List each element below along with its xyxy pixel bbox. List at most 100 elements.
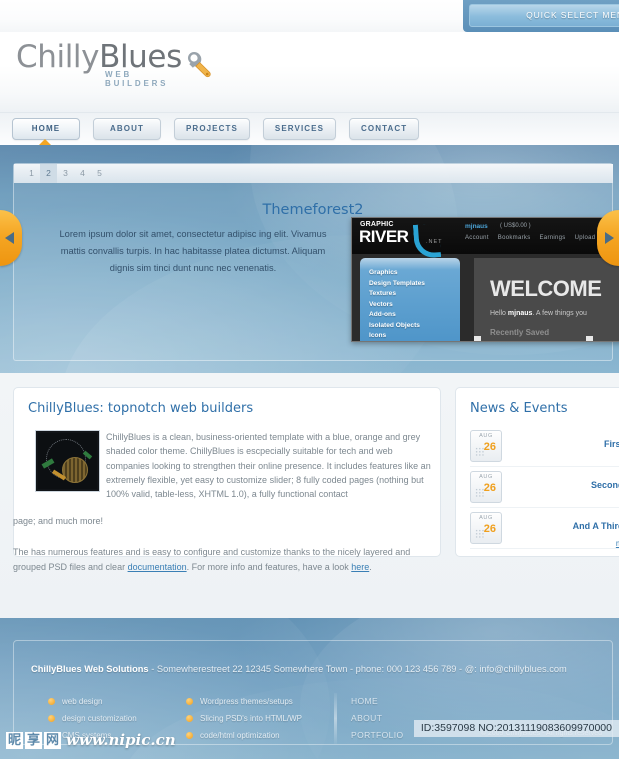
screenshot-hello-user: mjnaus — [507, 310, 533, 317]
screenshot-brand-tld: .NET — [426, 239, 443, 245]
nipic-char-3: 网 — [44, 731, 61, 749]
slider-frame: 1 2 3 4 5 Themeforest2 Lorem ipsum dolor… — [13, 163, 619, 361]
nav-tab-contact[interactable]: CONTACT — [349, 118, 420, 140]
content-section: ChillyBlues: topnotch web builders Chill… — [0, 373, 619, 618]
screenshot-navlink-earnings: Earnings — [539, 235, 566, 241]
nipic-watermark-chinese: 昵 享 网 — [6, 731, 61, 749]
footer-contact-line: ChillyBlues Web Solutions - Somewherestr… — [31, 664, 567, 674]
screenshot-category-isolated-objects: Isolated Objects — [369, 321, 420, 329]
wrench-icon — [187, 51, 211, 78]
calendar-icon-1: AUG 26 — [470, 430, 502, 462]
screenshot-main-panel: WELCOME Hello mjnaus. A few things you R… — [474, 258, 619, 341]
slide-description: Lorem ipsum dolor sit amet, consectetur … — [59, 229, 327, 273]
news-heading: News & Events — [470, 401, 568, 416]
news-title-3[interactable]: And A Third Newsite — [510, 521, 619, 531]
slider-page-5[interactable]: 5 — [91, 164, 108, 183]
footer-nav-home[interactable]: HOME — [351, 693, 404, 710]
main-navigation: HOME ABOUT PROJECTS SERVICES CONTACT — [0, 112, 619, 146]
nipic-char-1: 昵 — [6, 731, 23, 749]
screenshot-subheading: Recently Saved — [490, 328, 550, 337]
footer-service-psd-slicing[interactable]: Slicing PSD's into HTML/WP — [186, 710, 302, 727]
slide-screenshot: GRAPHIC RIVER .NET mjnaus ( US$0.00 ) Ac… — [351, 217, 619, 342]
screenshot-scroll-left — [474, 336, 481, 341]
thumbnail-artwork-icon — [38, 433, 97, 489]
screenshot-hello-line: Hello mjnaus. A few things you — [490, 310, 587, 317]
slider-page-1[interactable]: 1 — [23, 164, 40, 183]
calendar-icon-2: AUG 26 — [470, 471, 502, 503]
slide-title: Themeforest2 — [262, 202, 364, 218]
news-title-1[interactable]: First Newsite — [510, 439, 619, 449]
news-month-2: AUG — [479, 474, 493, 480]
nipic-char-2: 享 — [25, 731, 42, 749]
nav-tab-about[interactable]: ABOUT — [93, 118, 161, 140]
nav-tab-services[interactable]: SERVICES — [262, 118, 337, 140]
screenshot-category-addons: Add-ons — [369, 311, 396, 318]
quick-select-menu-dropdown[interactable]: QUICK SELECT MENU — [469, 4, 619, 27]
calendar-dots-3 — [475, 529, 485, 539]
news-month-1: AUG — [479, 433, 493, 439]
footer-contact-details: - Somewherestreet 22 12345 Somewhere Tow… — [148, 664, 567, 674]
footer-service-design-customization[interactable]: design customization — [48, 710, 137, 727]
screenshot-navlink-upload: Upload — [574, 235, 596, 241]
nav-tab-list: HOME ABOUT PROJECTS SERVICES CONTACT — [12, 118, 420, 140]
page-root: QUICK SELECT MENU ChillyBlues WEB BUILDE… — [0, 0, 619, 759]
nav-tab-projects[interactable]: PROJECTS — [174, 118, 250, 140]
news-item-1[interactable]: AUG 26 First Newsite — [470, 426, 619, 467]
footer-nav-portfolio[interactable]: PORTFOLIO — [351, 727, 404, 744]
screenshot-topbar: GRAPHIC RIVER .NET mjnaus ( US$0.00 ) Ac… — [352, 218, 619, 259]
intro-heading: ChillyBlues: topnotch web builders — [28, 401, 254, 416]
footer-service-code-optimization[interactable]: code/html optimization — [186, 727, 302, 744]
footer-service-web-design[interactable]: web design — [48, 693, 137, 710]
next-arrow-icon — [605, 232, 614, 244]
intro-p2-text-c: . — [369, 562, 372, 572]
nav-tab-home[interactable]: HOME — [12, 118, 80, 140]
intro-card: ChillyBlues: topnotch web builders Chill… — [13, 387, 441, 557]
intro-paragraph-2: The has numerous features and is easy to… — [13, 545, 433, 575]
slider-page-3[interactable]: 3 — [57, 164, 74, 183]
intro-paragraph-1: ChillyBlues is a clean, business-oriente… — [106, 432, 431, 500]
news-card: News & Events AUG 26 First Newsite AUG 2… — [455, 387, 619, 557]
nipic-watermark: 昵 享 网 www.nipic.cn — [6, 727, 176, 753]
news-title-2[interactable]: Second Newsite — [510, 480, 619, 490]
calendar-icon-3: AUG 26 — [470, 512, 502, 544]
screenshot-category-textures: Textures — [369, 290, 396, 297]
screenshot-category-graphics: Graphics — [369, 269, 398, 276]
logo-subtitle: WEB BUILDERS — [105, 70, 169, 88]
calendar-dots-1 — [475, 447, 485, 457]
footer-company-name: ChillyBlues Web Solutions — [31, 664, 149, 674]
image-id-watermark: ID:3597098 NO:20131119083609970000 — [413, 720, 619, 737]
screenshot-brand-main: RIVER — [359, 227, 409, 246]
screenshot-category-design-templates: Design Templates — [369, 279, 425, 287]
slider-page-2[interactable]: 2 — [40, 164, 57, 183]
calendar-dots-2 — [475, 488, 485, 498]
screenshot-category-vectors: Vectors — [369, 300, 393, 308]
footer-nav-about[interactable]: ABOUT — [351, 710, 404, 727]
footer-services-column-2: Wordpress themes/setups Slicing PSD's in… — [186, 693, 302, 744]
logo-text-part1: Chilly — [16, 39, 100, 75]
screenshot-navlink-bookmarks: Bookmarks — [497, 235, 531, 241]
footer-navigation: HOME ABOUT PORTFOLIO — [351, 693, 404, 744]
intro-p2-text-b: . For more info and features, have a loo… — [186, 562, 352, 572]
slider-pagination: 1 2 3 4 5 — [14, 164, 613, 183]
prev-arrow-icon — [5, 232, 14, 244]
screenshot-hello-suffix: . A few things you — [532, 310, 587, 317]
site-logo[interactable]: ChillyBlues WEB BUILDERS — [16, 39, 211, 88]
intro-paragraph-1-tail: page; and much more! — [13, 516, 104, 526]
news-item-2[interactable]: AUG 26 Second Newsite — [470, 467, 619, 508]
nipic-watermark-url: www.nipic.cn — [66, 731, 176, 749]
here-link[interactable]: here — [351, 562, 369, 572]
screenshot-username: mjnaus — [465, 223, 488, 230]
site-header: ChillyBlues WEB BUILDERS — [0, 32, 619, 112]
footer-service-wordpress-themes[interactable]: Wordpress themes/setups — [186, 693, 302, 710]
screenshot-balance: ( US$0.00 ) — [500, 223, 531, 229]
documentation-link[interactable]: documentation — [128, 562, 187, 572]
slider-page-4[interactable]: 4 — [74, 164, 91, 183]
preview-thumbnail[interactable] — [35, 430, 100, 492]
news-item-3[interactable]: AUG 26 And A Third Newsite — [470, 508, 619, 549]
screenshot-welcome-heading: WELCOME — [490, 276, 602, 301]
quick-select-menu-container: QUICK SELECT MENU — [463, 0, 619, 32]
screenshot-scroll-right — [586, 336, 593, 341]
screenshot-navlinks: AccountBookmarksEarningsUploadD — [465, 235, 618, 241]
top-bar: QUICK SELECT MENU — [0, 0, 619, 32]
screenshot-hello-prefix: Hello — [490, 310, 508, 317]
